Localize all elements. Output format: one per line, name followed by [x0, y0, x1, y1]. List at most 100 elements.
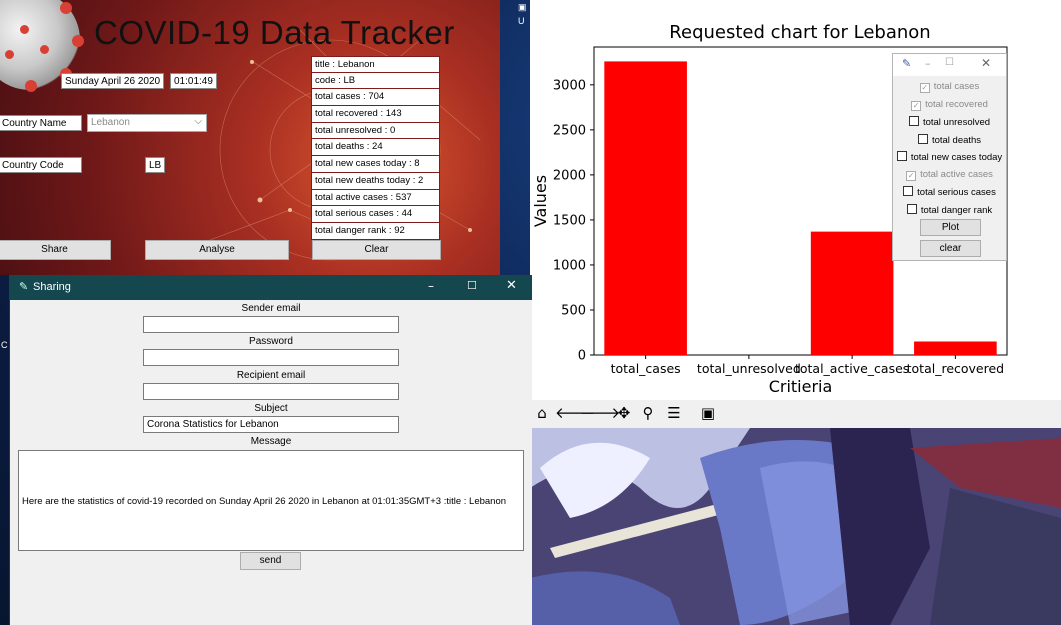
checkbox-checked-icon[interactable]: ✓: [919, 83, 930, 93]
x-tick-label: total_unresolved: [697, 361, 801, 376]
country-name-dropdown[interactable]: Lebanon ⌵: [87, 114, 207, 132]
feather-icon: ✎: [902, 57, 912, 70]
criteria-option[interactable]: total serious cases: [893, 186, 1006, 198]
criteria-option-label: total recovered: [925, 98, 988, 110]
country-name-value: Lebanon: [91, 117, 130, 128]
sharing-titlebar: ✎ Sharing – ☐ ✕: [9, 275, 532, 300]
criteria-option-label: total deaths: [931, 134, 982, 146]
country-name-label: Country Name: [0, 115, 82, 131]
checkbox-icon[interactable]: [903, 186, 914, 196]
stat-new-cases-today: total new cases today : 8: [311, 156, 440, 173]
criteria-option-label: total new cases today: [910, 152, 1003, 163]
criteria-option-label: total unresolved: [922, 117, 991, 128]
subject-label: Subject: [254, 403, 288, 414]
checkbox-icon[interactable]: [908, 116, 919, 126]
plot-toolbar: ⌂ 🡐 🡒 ✥ ⚲ ☰ ▣: [530, 400, 1061, 428]
close-icon[interactable]: ✕: [981, 56, 991, 70]
criteria-popup: ✎ – ☐ ✕ ✓ total cases ✓ total recovered tota…: [892, 53, 1007, 261]
sender-email-field[interactable]: [143, 316, 399, 333]
stat-total-cases: total cases : 704: [311, 89, 440, 107]
pan-icon[interactable]: ✥: [614, 403, 634, 423]
bar: [914, 341, 997, 355]
subject-field[interactable]: Corona Statistics for Lebanon: [143, 416, 399, 433]
criteria-option-label: total cases: [933, 81, 980, 92]
criteria-option-label: total serious cases: [917, 187, 996, 198]
desktop-icon-fragment-left: C: [1, 340, 8, 350]
criteria-option[interactable]: total danger rank: [893, 203, 1006, 216]
criteria-option-label: total active cases: [920, 168, 993, 180]
stat-total-deaths: total deaths : 24: [311, 139, 440, 157]
criteria-option[interactable]: total deaths: [893, 133, 1006, 146]
stat-serious-cases: total serious cases : 44: [311, 206, 440, 223]
clear-button[interactable]: Clear: [312, 240, 441, 260]
back-arrow-icon[interactable]: 🡐: [555, 403, 595, 423]
chevron-down-icon: ⌵: [194, 116, 202, 127]
time-display: 01:01:49: [170, 73, 217, 89]
criteria-option-label: total danger rank: [920, 204, 993, 216]
forward-arrow-icon[interactable]: 🡒: [580, 403, 620, 423]
x-tick-label: total_recovered: [907, 361, 1005, 376]
minimize-icon[interactable]: –: [428, 279, 434, 293]
y-tick-label: 2500: [553, 123, 586, 138]
message-textarea[interactable]: Here are the statistics of covid-19 reco…: [18, 450, 524, 551]
criteria-option[interactable]: total unresolved: [893, 116, 1006, 128]
stat-active-cases: total active cases : 537: [311, 189, 440, 207]
x-axis-label: Critieria: [769, 377, 833, 396]
country-code-label: Country Code: [0, 157, 82, 173]
y-tick-label: 1500: [553, 213, 586, 228]
y-tick-label: 500: [561, 303, 586, 318]
checkbox-icon[interactable]: [896, 151, 907, 161]
send-button[interactable]: send: [240, 552, 301, 570]
recipient-email-field[interactable]: [143, 383, 399, 400]
y-tick-label: 0: [578, 349, 586, 364]
criteria-option[interactable]: ✓ total cases: [893, 81, 1006, 93]
criteria-option[interactable]: ✓ total active cases: [893, 169, 1006, 181]
checkbox-icon[interactable]: [906, 203, 917, 214]
stat-code: code : LB: [311, 72, 440, 90]
checkbox-checked-icon[interactable]: ✓: [906, 170, 917, 181]
wallpaper-image: [530, 428, 1061, 625]
share-button[interactable]: Share: [0, 240, 111, 260]
recipient-email-label: Recipient email: [236, 370, 306, 381]
app-title: COVID-19 Data Tracker: [94, 14, 455, 51]
bar: [604, 61, 687, 355]
criteria-option[interactable]: ✓ total recovered: [893, 99, 1006, 111]
minimize-icon[interactable]: –: [925, 57, 931, 70]
sender-email-label: Sender email: [241, 303, 301, 314]
desktop-icon-fragment: ▣ U: [518, 2, 527, 26]
sharing-title: Sharing: [33, 281, 71, 293]
feather-icon: ✎: [19, 280, 29, 293]
stat-title: title : Lebanon: [311, 56, 440, 73]
bar: [810, 231, 894, 355]
home-icon[interactable]: ⌂: [532, 403, 552, 423]
zoom-icon[interactable]: ⚲: [638, 403, 658, 423]
message-label: Message: [250, 436, 292, 447]
maximize-icon[interactable]: ☐: [945, 57, 954, 68]
plot-button[interactable]: Plot: [920, 219, 981, 236]
y-tick-label: 1000: [553, 258, 586, 273]
password-field[interactable]: [143, 349, 399, 366]
configure-icon[interactable]: ☰: [664, 403, 684, 423]
tracker-window: COVID-19 Data Tracker Sunday April 26 20…: [0, 0, 500, 275]
maximize-icon[interactable]: ☐: [467, 279, 477, 292]
checkbox-icon[interactable]: [917, 133, 928, 144]
stat-danger-rank: total danger rank : 92: [311, 222, 440, 240]
close-icon[interactable]: ✕: [506, 278, 517, 293]
y-tick-label: 3000: [553, 78, 586, 93]
criteria-option[interactable]: total new cases today: [893, 151, 1006, 163]
checkbox-checked-icon[interactable]: ✓: [911, 100, 922, 111]
stat-new-deaths-today: total new deaths today : 2: [311, 172, 440, 190]
stat-total-unresolved: total unresolved : 0: [311, 122, 440, 140]
country-code-value: LB: [145, 157, 166, 173]
popup-titlebar: ✎ – ☐ ✕: [893, 54, 1006, 76]
analyse-button[interactable]: Analyse: [145, 240, 289, 260]
save-icon[interactable]: ▣: [698, 403, 718, 423]
stats-list: title : Lebanon code : LB total cases : …: [311, 56, 440, 240]
password-label: Password: [249, 336, 293, 347]
y-tick-label: 2000: [553, 168, 586, 183]
date-display: Sunday April 26 2020: [61, 73, 165, 89]
x-tick-label: total_active_cases: [795, 361, 909, 376]
x-tick-label: total_cases: [611, 361, 681, 376]
popup-clear-button[interactable]: clear: [920, 240, 981, 257]
y-axis-label: Values: [531, 175, 550, 227]
